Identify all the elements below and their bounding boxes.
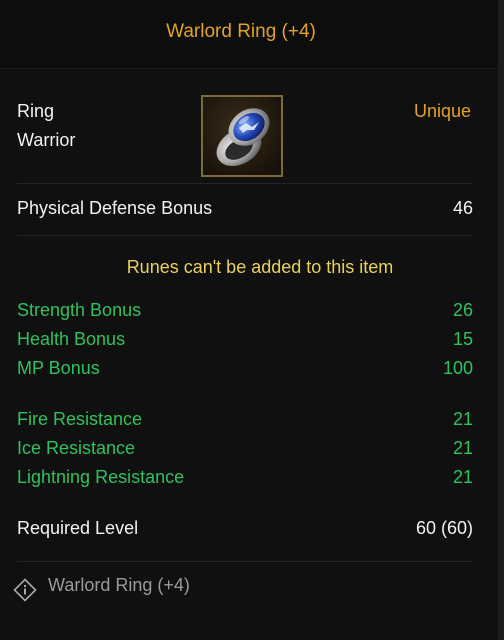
stat-value: 46 (452, 198, 473, 218)
requirement-label: Required Level (17, 518, 139, 538)
divider (17, 561, 473, 562)
stat-label: Ice Resistance (17, 438, 136, 458)
footer-item-name[interactable]: Warlord Ring (+4) (48, 575, 190, 596)
item-class: Warrior (17, 130, 76, 150)
stat-strength-bonus: Strength Bonus 26 (17, 297, 473, 323)
stat-label: Physical Defense Bonus (17, 198, 213, 218)
divider (17, 235, 473, 236)
item-tooltip: Warlord Ring (+4) Ring Warrior Unique Ph… (0, 0, 504, 640)
stat-value: 15 (452, 329, 473, 349)
stat-ice-resistance: Ice Resistance 21 (17, 435, 473, 461)
stat-value: 100 (442, 358, 473, 378)
tooltip-edge (498, 0, 504, 640)
divider (17, 183, 473, 184)
stat-fire-resistance: Fire Resistance 21 (17, 406, 473, 432)
stat-mp-bonus: MP Bonus 100 (17, 355, 473, 381)
stat-lightning-resistance: Lightning Resistance 21 (17, 464, 473, 490)
stat-value: 21 (452, 467, 473, 487)
required-level: Required Level 60 (60) (17, 515, 473, 541)
rune-note: Runes can't be added to this item (126, 257, 394, 277)
stat-label: Strength Bonus (17, 300, 142, 320)
stat-value: 21 (452, 438, 473, 458)
title-bar: Warlord Ring (+4) (0, 0, 498, 69)
requirement-value: 60 (60) (415, 518, 473, 538)
item-title: Warlord Ring (+4) (166, 21, 316, 42)
stat-label: Fire Resistance (17, 409, 143, 429)
diamond-info-icon (13, 578, 37, 602)
warlord-ring-icon (201, 95, 283, 177)
stat-label: Lightning Resistance (17, 467, 185, 487)
stat-value: 21 (452, 409, 473, 429)
stat-label: Health Bonus (17, 329, 126, 349)
stat-label: MP Bonus (17, 358, 100, 378)
stat-physical-defense: Physical Defense Bonus 46 (17, 195, 473, 221)
stat-health-bonus: Health Bonus 15 (17, 326, 473, 352)
item-type: Ring (17, 101, 55, 121)
stat-value: 26 (452, 300, 473, 320)
item-rarity: Unique (413, 101, 471, 121)
